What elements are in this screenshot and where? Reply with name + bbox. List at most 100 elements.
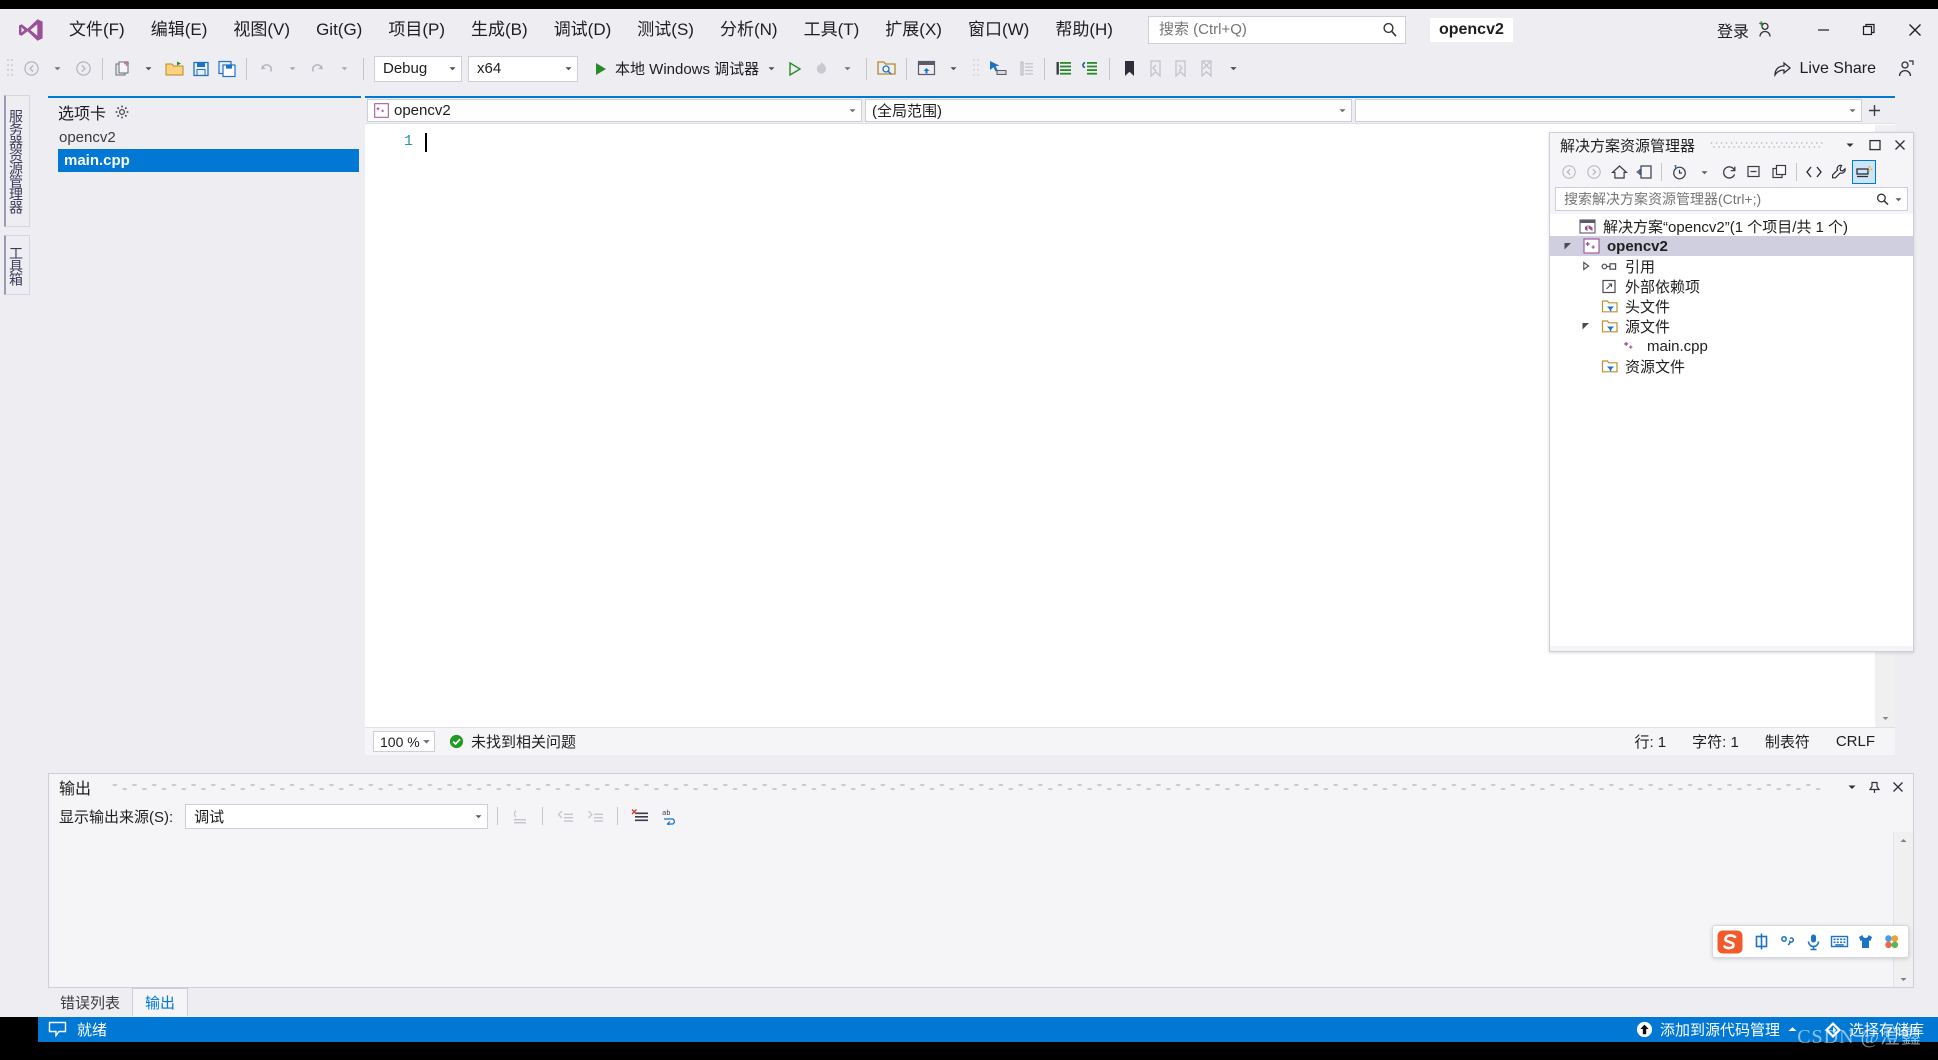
properties-wrench-icon[interactable] bbox=[1827, 160, 1851, 184]
go-to-message-icon[interactable] bbox=[507, 804, 533, 828]
minimize-button[interactable] bbox=[1800, 9, 1846, 50]
twisty-expanded-icon[interactable] bbox=[1560, 238, 1576, 254]
punctuation-icon[interactable] bbox=[1776, 930, 1799, 953]
navbar-member-combo[interactable] bbox=[1355, 99, 1862, 122]
output-pin-icon[interactable] bbox=[1865, 777, 1884, 797]
previous-bookmark-button[interactable] bbox=[1142, 55, 1168, 83]
global-search-box[interactable] bbox=[1147, 15, 1406, 44]
zoom-level-combo[interactable]: 100 % bbox=[373, 731, 435, 752]
solution-platform-combo[interactable]: x64 bbox=[468, 55, 578, 82]
microphone-icon[interactable] bbox=[1802, 930, 1825, 953]
solution-explorer-search[interactable] bbox=[1555, 187, 1908, 211]
redo-dropdown[interactable] bbox=[331, 55, 357, 83]
menu-item-edit[interactable]: 编辑(E) bbox=[138, 15, 221, 45]
tree-item-project[interactable]: opencv2 bbox=[1550, 236, 1913, 256]
output-close-icon[interactable] bbox=[1888, 777, 1907, 797]
output-vertical-scrollbar[interactable] bbox=[1893, 832, 1913, 987]
forward-icon[interactable] bbox=[1582, 160, 1606, 184]
scroll-up-arrow-icon[interactable] bbox=[1894, 832, 1913, 848]
scroll-down-arrow-icon[interactable] bbox=[1875, 710, 1895, 727]
hot-reload-dropdown[interactable] bbox=[834, 55, 860, 83]
next-message-icon[interactable] bbox=[582, 804, 608, 828]
find-in-files-button[interactable] bbox=[873, 55, 900, 83]
clear-all-icon[interactable] bbox=[627, 804, 653, 828]
menu-item-extensions[interactable]: 扩展(X) bbox=[872, 15, 955, 45]
select-repository-button[interactable]: 选择存储库 bbox=[1816, 1016, 1932, 1043]
tree-item-external-dependencies[interactable]: 外部依赖项 bbox=[1550, 276, 1913, 296]
menu-item-view[interactable]: 视图(V) bbox=[220, 15, 303, 45]
view-code-icon[interactable] bbox=[1802, 160, 1826, 184]
list-item[interactable]: main.cpp bbox=[58, 149, 359, 172]
toolbar-overflow-button[interactable] bbox=[1220, 55, 1246, 83]
panel-maximize-icon[interactable] bbox=[1865, 135, 1884, 155]
menu-item-git[interactable]: Git(G) bbox=[303, 15, 375, 45]
navbar-scope-combo[interactable]: (全局范围) bbox=[865, 99, 1352, 122]
back-icon[interactable] bbox=[1557, 160, 1581, 184]
undo-button[interactable] bbox=[253, 55, 279, 83]
navigate-backward-button[interactable] bbox=[18, 55, 44, 83]
open-file-button[interactable] bbox=[161, 55, 188, 83]
add-to-source-control-button[interactable]: 添加到源代码管理 bbox=[1628, 1016, 1806, 1043]
toggle-word-wrap-icon[interactable]: ab bbox=[657, 804, 683, 828]
start-without-debugging-button[interactable] bbox=[782, 55, 808, 83]
next-bookmark-button[interactable] bbox=[1168, 55, 1194, 83]
tree-item-main-cpp[interactable]: main.cpp bbox=[1550, 336, 1913, 356]
search-options-chevron-down-icon[interactable] bbox=[1894, 195, 1903, 204]
toggle-outlining-button[interactable] bbox=[1012, 55, 1038, 83]
issues-status[interactable]: 未找到相关问题 bbox=[449, 731, 576, 752]
apps-icon[interactable] bbox=[1880, 930, 1903, 953]
undo-dropdown[interactable] bbox=[279, 55, 305, 83]
start-debugging-button[interactable]: 本地 Windows 调试器 bbox=[588, 55, 782, 83]
tree-item-references[interactable]: 引用 bbox=[1550, 256, 1913, 276]
window-layout-button[interactable] bbox=[913, 55, 940, 83]
panel-drag-dots[interactable] bbox=[1709, 140, 1826, 150]
pending-changes-dropdown-icon[interactable] bbox=[1692, 160, 1716, 184]
twisty-collapsed-icon[interactable] bbox=[1578, 258, 1594, 274]
navbar-project-combo[interactable]: opencv2 bbox=[367, 99, 862, 122]
menu-item-build[interactable]: 生成(B) bbox=[458, 15, 541, 45]
sign-in-button[interactable]: 登录 bbox=[1707, 14, 1784, 46]
step-into-specific-button[interactable] bbox=[984, 55, 1012, 83]
list-item[interactable]: opencv2 bbox=[48, 126, 361, 149]
sidebar-item-toolbox[interactable]: 工具箱 bbox=[4, 235, 30, 295]
show-all-files-icon[interactable] bbox=[1767, 160, 1791, 184]
pending-changes-icon[interactable] bbox=[1667, 160, 1691, 184]
output-menu-chevron-down-icon[interactable] bbox=[1842, 777, 1861, 797]
output-source-combo[interactable]: 调试 bbox=[185, 803, 489, 829]
solution-configuration-combo[interactable]: Debug bbox=[374, 55, 462, 82]
split-editor-button[interactable] bbox=[1863, 98, 1885, 123]
navigate-backward-dropdown[interactable] bbox=[44, 55, 70, 83]
window-layout-dropdown[interactable] bbox=[940, 55, 966, 83]
search-input[interactable] bbox=[1158, 21, 1381, 38]
collapse-all-icon[interactable] bbox=[1742, 160, 1766, 184]
menu-item-test[interactable]: 测试(S) bbox=[624, 15, 707, 45]
menu-item-analyze[interactable]: 分析(N) bbox=[707, 15, 791, 45]
panel-menu-chevron-down-icon[interactable] bbox=[1840, 135, 1859, 155]
toolbar-grip-2[interactable] bbox=[972, 57, 984, 81]
panel-close-icon[interactable] bbox=[1890, 135, 1909, 155]
toolbar-grip[interactable] bbox=[6, 57, 18, 81]
sidebar-item-server-explorer[interactable]: 服务器资源管理器 bbox=[4, 95, 30, 227]
menu-item-help[interactable]: 帮助(H) bbox=[1042, 15, 1126, 45]
sogou-logo-icon[interactable] bbox=[1713, 926, 1747, 957]
uncomment-selection-button[interactable] bbox=[1077, 55, 1103, 83]
tree-item-source-files[interactable]: 源文件 bbox=[1550, 316, 1913, 336]
clear-bookmarks-button[interactable] bbox=[1194, 55, 1220, 83]
home-icon[interactable] bbox=[1607, 160, 1631, 184]
gear-icon[interactable] bbox=[115, 105, 129, 119]
tree-item-header-files[interactable]: 头文件 bbox=[1550, 296, 1913, 316]
new-project-dropdown[interactable] bbox=[135, 55, 161, 83]
scroll-down-arrow-icon[interactable] bbox=[1894, 971, 1913, 987]
soft-keyboard-icon[interactable] bbox=[1828, 930, 1851, 953]
tree-item-resource-files[interactable]: 资源文件 bbox=[1550, 356, 1913, 376]
menu-item-debug[interactable]: 调试(D) bbox=[541, 15, 625, 45]
solution-search-input[interactable] bbox=[1564, 191, 1875, 207]
refresh-icon[interactable] bbox=[1717, 160, 1741, 184]
menu-item-tools[interactable]: 工具(T) bbox=[791, 15, 873, 45]
properties-window-icon[interactable] bbox=[1852, 160, 1876, 184]
menu-item-window[interactable]: 窗口(W) bbox=[955, 15, 1042, 45]
twisty-expanded-icon[interactable] bbox=[1578, 318, 1594, 334]
navigate-forward-button[interactable] bbox=[70, 55, 96, 83]
output-text-area[interactable] bbox=[49, 832, 1913, 987]
hot-reload-button[interactable] bbox=[808, 55, 834, 83]
